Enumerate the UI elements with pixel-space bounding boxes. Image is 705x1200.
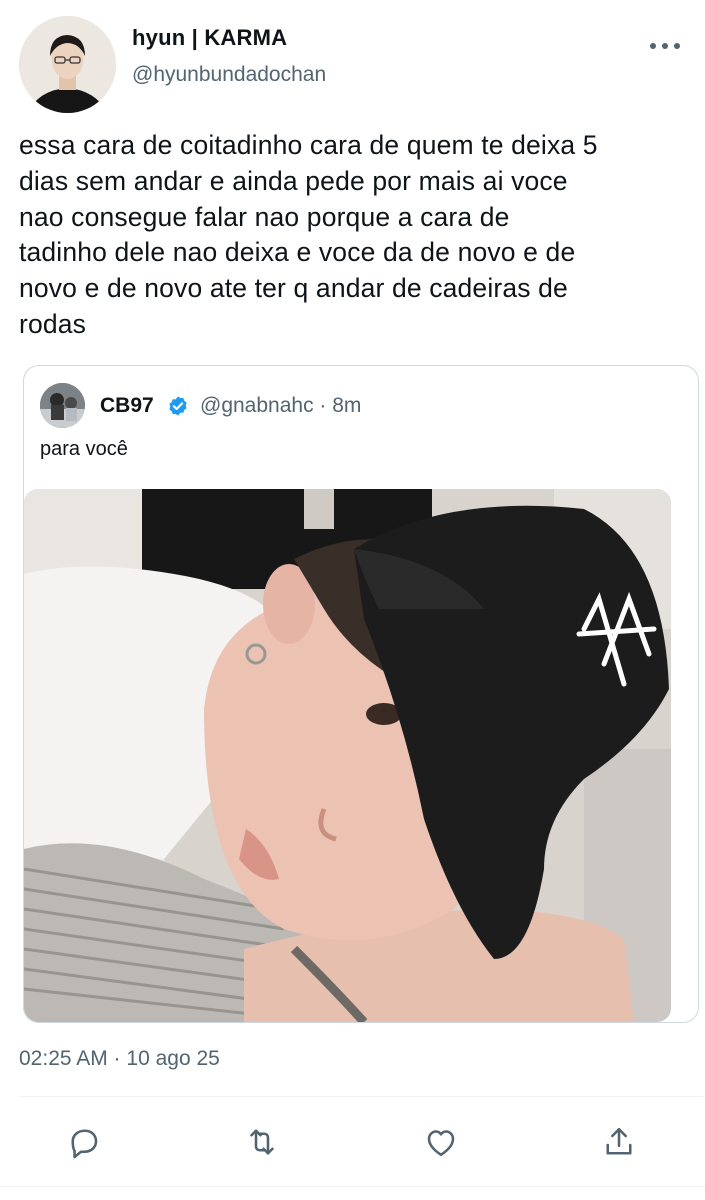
quoted-text: para você (40, 438, 128, 460)
more-dot (650, 43, 656, 49)
bottom-divider (0, 1186, 705, 1187)
quoted-avatar[interactable] (40, 383, 85, 428)
quoted-handle-time: @gnabnahc · 8m (200, 394, 362, 417)
author-avatar[interactable] (19, 16, 116, 113)
share-icon[interactable] (601, 1124, 637, 1160)
more-dots-icon[interactable] (650, 36, 680, 56)
tweet-text: essa cara de coitadinho cara de quem te … (19, 130, 598, 339)
author-avatar-image (19, 16, 116, 113)
tweet-timestamp[interactable]: 02:25 AM · 10 ago 25 (19, 1047, 220, 1071)
quoted-tweet-card[interactable]: CB97 @gnabnahc · 8m para você (23, 365, 699, 1023)
author-handle[interactable]: @hyunbundadochan (132, 63, 326, 87)
verified-badge-icon (167, 395, 189, 417)
more-dot (674, 43, 680, 49)
quoted-photo[interactable] (24, 489, 671, 1022)
quoted-photo-image (24, 489, 671, 1022)
retweet-icon[interactable] (244, 1124, 280, 1160)
author-display-name[interactable]: hyun | KARMA (132, 25, 287, 51)
divider (19, 1096, 703, 1097)
more-dot (662, 43, 668, 49)
reply-icon[interactable] (66, 1124, 102, 1160)
like-icon[interactable] (423, 1124, 459, 1160)
quoted-display-name[interactable]: CB97 (100, 394, 154, 418)
quoted-avatar-image (40, 383, 85, 428)
